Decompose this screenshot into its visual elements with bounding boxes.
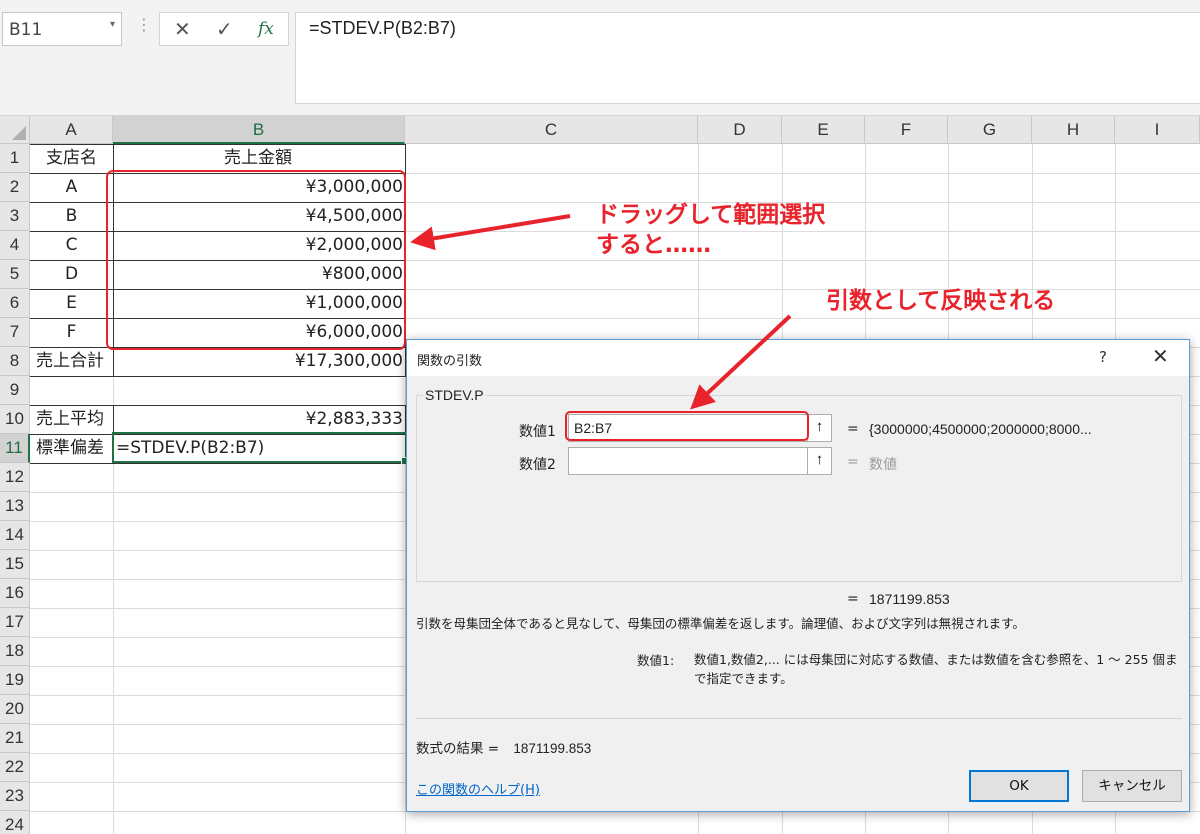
chevron-down-icon[interactable]: ▾ — [110, 19, 115, 30]
active-cell-indicator — [112, 432, 409, 465]
drag-handle-icon[interactable]: ⋮ — [136, 15, 152, 34]
check-icon[interactable]: ✓ — [216, 17, 233, 41]
cell-a1[interactable]: 支店名 — [30, 144, 113, 173]
row-header-6[interactable]: 6 — [0, 289, 30, 318]
function-result: 1871199.853 — [869, 591, 950, 607]
row-header-5[interactable]: 5 — [0, 260, 30, 289]
row-header-10[interactable]: 10 — [0, 405, 30, 434]
row-header-20[interactable]: 20 — [0, 695, 30, 724]
cell-a10[interactable]: 売上平均 — [30, 405, 113, 434]
column-header-d[interactable]: D — [698, 116, 782, 144]
select-all-corner[interactable] — [0, 116, 30, 144]
cell-a5[interactable]: D — [30, 260, 113, 289]
annotation-drag-2: すると…… — [596, 232, 711, 258]
row-header-21[interactable]: 21 — [0, 724, 30, 753]
column-header-a[interactable]: A — [30, 116, 113, 144]
help-icon[interactable]: ? — [1099, 348, 1107, 366]
arg1-equals: = — [847, 421, 859, 437]
row-header-3[interactable]: 3 — [0, 202, 30, 231]
cell-a8[interactable]: 売上合計 — [30, 347, 113, 376]
row-header-9[interactable]: 9 — [0, 376, 30, 405]
cell-a4[interactable]: C — [30, 231, 113, 260]
arg1-result: {3000000;4500000;2000000;8000... — [869, 421, 1092, 437]
ok-button[interactable]: OK — [969, 770, 1069, 802]
dialog-titlebar[interactable]: 関数の引数 ? ✕ — [407, 340, 1189, 376]
row-header-12[interactable]: 12 — [0, 463, 30, 492]
row-header-13[interactable]: 13 — [0, 492, 30, 521]
cell-b8[interactable]: ¥17,300,000 — [113, 347, 405, 376]
row-header-17[interactable]: 17 — [0, 608, 30, 637]
annotation-drag: ドラッグして範囲選択 — [596, 202, 826, 228]
column-header-e[interactable]: E — [782, 116, 865, 144]
cancel-icon[interactable]: ✕ — [174, 17, 191, 41]
name-box[interactable]: B11 ▾ — [2, 12, 122, 46]
formula-input[interactable]: =STDEV.P(B2:B7) — [295, 12, 1200, 104]
name-box-value: B11 — [9, 20, 43, 40]
row-header-24[interactable]: 24 — [0, 811, 30, 834]
formula-result-label: 数式の結果 = — [416, 741, 500, 757]
arg-highlight-box — [565, 411, 809, 441]
row-header-8[interactable]: 8 — [0, 347, 30, 376]
column-header-g[interactable]: G — [948, 116, 1032, 144]
arg2-result: 数値 — [869, 457, 897, 473]
table-border — [30, 376, 406, 377]
row-header-15[interactable]: 15 — [0, 550, 30, 579]
cell-b1[interactable]: 売上金額 — [113, 144, 405, 173]
range-highlight-box — [106, 170, 406, 350]
annotation-reflect: 引数として反映される — [826, 288, 1056, 314]
cell-a11[interactable]: 標準偏差 — [30, 434, 113, 463]
cell-b10[interactable]: ¥2,883,333 — [113, 405, 405, 434]
formula-result-value: 1871199.853 — [513, 741, 592, 756]
cell-a3[interactable]: B — [30, 202, 113, 231]
formula-bar-area: B11 ▾ ⋮ ✕ ✓ fx =STDEV.P(B2:B7) — [0, 0, 1200, 116]
cell-a2[interactable]: A — [30, 173, 113, 202]
divider — [416, 718, 1182, 719]
table-border — [30, 463, 406, 464]
column-header-i[interactable]: I — [1115, 116, 1200, 144]
cancel-button[interactable]: キャンセル — [1082, 770, 1182, 802]
function-arguments-dialog[interactable]: 関数の引数 ? ✕ STDEV.P 数値1 B2:B7 ↑ = {3000000… — [406, 339, 1190, 812]
column-header-h[interactable]: H — [1032, 116, 1115, 144]
close-icon[interactable]: ✕ — [1152, 344, 1169, 368]
column-header-f[interactable]: F — [865, 116, 948, 144]
row-header-1[interactable]: 1 — [0, 144, 30, 173]
function-description: 引数を母集団全体であると見なして、母集団の標準偏差を返します。論理値、および文字… — [416, 616, 1025, 631]
row-header-23[interactable]: 23 — [0, 782, 30, 811]
arrow-up-icon[interactable]: ↑ — [807, 415, 831, 441]
arg-description-label: 数値1: — [637, 653, 675, 668]
insert-function-icon[interactable]: fx — [258, 19, 274, 39]
function-result-equals: = — [847, 591, 859, 607]
row-header-14[interactable]: 14 — [0, 521, 30, 550]
arg2-label: 数値2 — [519, 457, 556, 473]
row-header-19[interactable]: 19 — [0, 666, 30, 695]
row-header-18[interactable]: 18 — [0, 637, 30, 666]
function-help-link[interactable]: この関数のヘルプ(H) — [416, 779, 540, 798]
formula-bar-buttons: ✕ ✓ fx — [159, 12, 289, 46]
arg2-equals: = — [847, 454, 859, 470]
formula-result-line: 数式の結果 = 1871199.853 — [416, 737, 591, 757]
arg1-label: 数値1 — [519, 424, 556, 440]
row-header-7[interactable]: 7 — [0, 318, 30, 347]
arg2-input[interactable]: ↑ — [568, 447, 832, 475]
cell-a6[interactable]: E — [30, 289, 113, 318]
function-name: STDEV.P — [423, 387, 486, 403]
dialog-title: 関数の引数 — [417, 354, 483, 369]
arrow-up-icon[interactable]: ↑ — [807, 448, 831, 474]
row-header-4[interactable]: 4 — [0, 231, 30, 260]
column-header-b[interactable]: B — [113, 116, 405, 144]
row-header-11[interactable]: 11 — [0, 434, 30, 463]
arg-description: 数値1,数値2,... には母集団に対応する数値、または数値を含む参照を、1 ～… — [694, 652, 1178, 686]
column-header-c[interactable]: C — [405, 116, 698, 144]
row-header-2[interactable]: 2 — [0, 173, 30, 202]
row-header-22[interactable]: 22 — [0, 753, 30, 782]
row-header-16[interactable]: 16 — [0, 579, 30, 608]
cell-a7[interactable]: F — [30, 318, 113, 347]
